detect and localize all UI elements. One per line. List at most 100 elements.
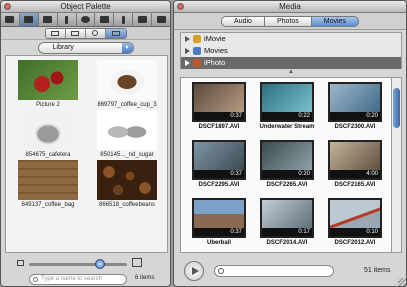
palette-titlebar[interactable]: Object Palette — [1, 1, 170, 13]
source-label: Movies — [204, 46, 228, 55]
graphics-tool-button[interactable] — [77, 13, 96, 26]
movie-clip[interactable]: 0:10 DSCF2012.AVI — [325, 198, 385, 246]
clip-duration: 0:37 — [194, 228, 244, 236]
palette-item[interactable]: Picture 2 — [12, 60, 84, 108]
disclosure-triangle-icon — [185, 36, 190, 42]
palette-item-caption: 866518_coffeebeans — [99, 202, 155, 208]
layout-tool-button[interactable] — [1, 13, 20, 26]
palette-item-caption: 849137_coffee_bag — [21, 202, 75, 208]
movie-grid-scrollbar[interactable] — [392, 77, 402, 253]
view-circle-button[interactable] — [85, 28, 106, 38]
palette-item-grid: Picture 2 869797_coffee_cup_3 854675_caf… — [5, 55, 168, 253]
movie-clip[interactable]: 0:22 Underwater Stream — [257, 82, 317, 130]
movie-clip[interactable]: 0:17 DSCF2014.AVI — [257, 198, 317, 246]
graphics-tool-icon — [81, 16, 90, 23]
movie-clip[interactable]: 0:20 DSCF2300.AVI — [325, 82, 385, 130]
list-icon — [51, 30, 59, 36]
movie-thumbnail: 0:37 — [192, 82, 246, 122]
palette-item[interactable]: 866518_coffeebeans — [91, 160, 163, 208]
source-label: iPhoto — [204, 58, 226, 67]
search-input[interactable]: Type a name to search — [29, 274, 127, 285]
layers-tool-button[interactable] — [39, 13, 58, 26]
search-placeholder: Type a name to search — [41, 276, 103, 282]
scrollbar-thumb[interactable] — [393, 88, 400, 128]
view-mode-segmented — [44, 27, 127, 39]
movie-thumbnail: 0:37 — [192, 198, 246, 238]
movie-clip[interactable]: 0:37 DSCF2295.AVI — [189, 140, 249, 188]
clip-duration: 0:20 — [330, 112, 380, 120]
close-button[interactable] — [4, 3, 11, 10]
movie-clip[interactable]: 0:37 DSCF1897.AVI — [189, 82, 249, 130]
palette-item[interactable]: 854675_cafetera — [12, 110, 84, 158]
shapes-tool-button[interactable] — [19, 13, 39, 26]
source-item-imovie[interactable]: iMovie — [181, 33, 401, 45]
palette-item-caption: Picture 2 — [36, 102, 60, 108]
info-tool-button[interactable] — [114, 13, 134, 26]
palette-item-thumbnail — [97, 160, 157, 200]
palette-toolbar — [1, 13, 170, 27]
object-palette-window: Object Palette Library ▾ Picture 2 86979… — [0, 0, 171, 287]
clip-duration: 0:20 — [262, 170, 312, 178]
close-button[interactable] — [177, 3, 184, 10]
clip-duration: 0:10 — [330, 228, 380, 236]
clip-name: DSCF2014.AVI — [266, 240, 308, 246]
text-tool-button[interactable] — [58, 13, 77, 26]
movie-thumbnail: 0:10 — [328, 198, 382, 238]
settings-tool-icon — [137, 16, 147, 23]
clip-duration: 0:37 — [194, 112, 244, 120]
slider-knob[interactable] — [95, 259, 105, 269]
library-select-row: Library ▾ — [1, 40, 170, 55]
clip-name: DSCF2012.AVI — [334, 240, 376, 246]
view-photo-button[interactable] — [105, 28, 126, 38]
text-tool-icon — [65, 15, 69, 24]
small-size-icon — [17, 260, 24, 266]
source-item-iphoto[interactable]: iPhoto — [181, 57, 401, 69]
palette-item[interactable]: 850145..._nd_sugar — [91, 110, 163, 158]
movie-clip[interactable]: 0:37 Uberball — [189, 198, 249, 246]
palette-title: Object Palette — [60, 2, 111, 11]
movie-clip[interactable]: 4:00 DSCF2165.AVI — [325, 140, 385, 188]
palette-item-caption: 850145..._nd_sugar — [100, 152, 154, 158]
palette-item-thumbnail — [18, 160, 78, 200]
resize-grip[interactable] — [398, 278, 406, 286]
chevron-down-icon: ▾ — [121, 43, 133, 53]
large-size-icon — [132, 258, 142, 267]
media-titlebar[interactable]: Media — [174, 1, 406, 13]
photos-tool-button[interactable] — [95, 13, 115, 26]
movie-thumbnail: 4:00 — [328, 140, 382, 180]
font-tool-button[interactable] — [152, 13, 170, 26]
clip-duration: 0:17 — [262, 228, 312, 236]
play-button[interactable] — [184, 261, 204, 281]
split-handle[interactable]: ▲ — [180, 69, 402, 75]
palette-item-caption: 869797_coffee_cup_3 — [97, 102, 157, 108]
clip-duration: 4:00 — [330, 170, 380, 178]
palette-item-caption: 854675_cafetera — [25, 152, 71, 158]
library-select-value: Library — [52, 44, 74, 51]
view-list-button[interactable] — [45, 28, 66, 38]
palette-item-thumbnail — [97, 110, 157, 150]
source-list: iMovie Movies iPhoto — [180, 32, 402, 69]
clip-name: DSCF2265.AVI — [266, 182, 308, 188]
media-search-input[interactable] — [214, 265, 334, 277]
grid-icon — [71, 30, 79, 36]
source-item-movies[interactable]: Movies — [181, 45, 401, 57]
item-count: 6 items — [135, 275, 155, 281]
palette-item[interactable]: 849137_coffee_bag — [12, 160, 84, 208]
tab-audio[interactable]: Audio — [221, 15, 264, 27]
palette-item[interactable]: 869797_coffee_cup_3 — [91, 60, 163, 108]
media-bottom-bar: 51 items — [174, 255, 406, 286]
library-select[interactable]: Library ▾ — [37, 42, 134, 54]
thumbnail-size-slider[interactable] — [29, 259, 127, 269]
media-item-count: 51 items — [364, 267, 391, 274]
settings-tool-button[interactable] — [133, 13, 153, 26]
movie-thumbnail: 0:20 — [260, 140, 314, 180]
shapes-tool-icon — [24, 16, 34, 23]
clip-name: DSCF2165.AVI — [334, 182, 376, 188]
view-grid-button[interactable] — [65, 28, 86, 38]
movie-clip[interactable]: 0:20 DSCF2265.AVI — [257, 140, 317, 188]
palette-bottom-bar: Type a name to search 6 items — [1, 254, 170, 286]
tab-movies[interactable]: Movies — [310, 15, 359, 27]
tab-photos[interactable]: Photos — [263, 15, 311, 27]
movie-thumbnail: 0:37 — [192, 140, 246, 180]
movie-thumbnail: 0:17 — [260, 198, 314, 238]
